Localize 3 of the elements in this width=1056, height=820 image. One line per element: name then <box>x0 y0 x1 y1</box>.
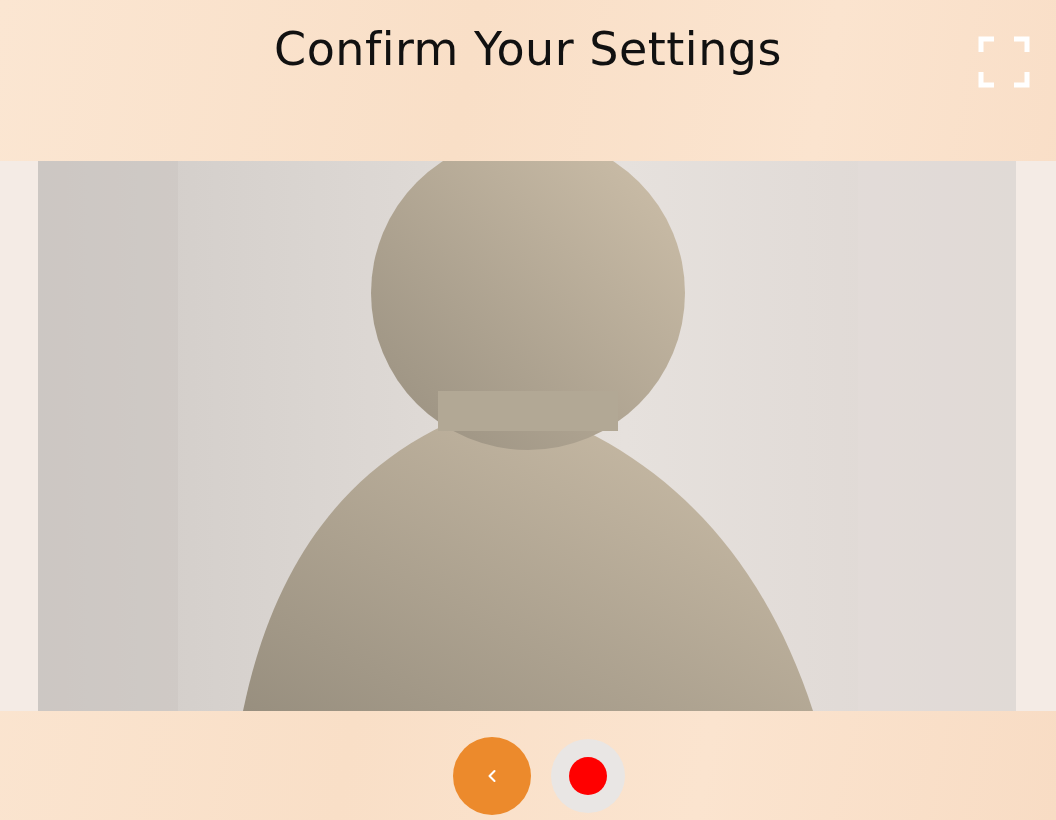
fullscreen-icon[interactable] <box>978 36 1030 88</box>
record-dot-icon <box>569 756 607 795</box>
page-title: Confirm Your Settings <box>274 22 782 76</box>
